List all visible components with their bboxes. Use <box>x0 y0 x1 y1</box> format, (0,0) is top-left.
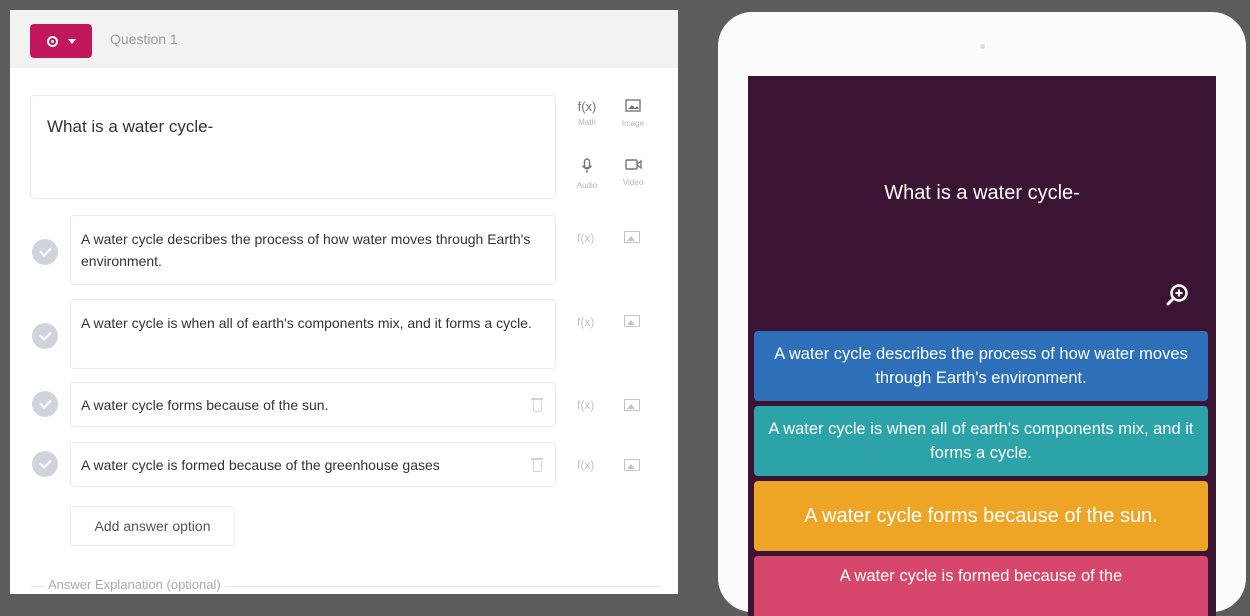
answer-text: A water cycle describes the process of h… <box>81 231 531 269</box>
correct-answer-toggle[interactable] <box>32 239 58 265</box>
tablet-preview: What is a water cycle- A water cycle des… <box>718 12 1246 616</box>
preview-option-2[interactable]: A water cycle is when all of earth's com… <box>754 406 1208 476</box>
math-tool-label: Math <box>578 118 596 127</box>
correct-answer-toggle[interactable] <box>32 391 58 417</box>
audio-tool-button[interactable]: Audio <box>567 158 607 190</box>
image-icon[interactable] <box>624 315 640 327</box>
preview-option-4[interactable]: A water cycle is formed because of the <box>754 556 1208 616</box>
correct-answer-toggle[interactable] <box>32 323 58 349</box>
question-type-dropdown[interactable] <box>30 24 92 58</box>
answer-option-2[interactable]: A water cycle is when all of earth's com… <box>70 299 556 369</box>
video-tool-label: Video <box>622 178 644 187</box>
answer-option-4[interactable]: A water cycle is formed because of the g… <box>70 442 556 487</box>
image-tool-label: Image <box>621 119 645 128</box>
answer-explanation-divider: Answer Explanation (optional) <box>30 577 660 592</box>
correct-answer-toggle[interactable] <box>32 451 58 477</box>
answer-option-3[interactable]: A water cycle forms because of the sun. <box>70 382 556 427</box>
zoom-in-icon[interactable] <box>1166 284 1188 306</box>
chevron-down-icon <box>67 38 76 44</box>
answer-text: A water cycle is formed because of the g… <box>81 457 440 473</box>
answer-explanation-label[interactable]: Answer Explanation (optional) <box>44 577 225 592</box>
video-icon <box>613 158 653 175</box>
image-icon[interactable] <box>624 399 640 411</box>
trash-icon[interactable] <box>531 398 543 412</box>
question-number: Question 1 <box>110 31 178 47</box>
microphone-icon <box>567 158 607 178</box>
image-tool-button[interactable]: Image <box>613 99 653 128</box>
preview-option-1[interactable]: A water cycle describes the process of h… <box>754 331 1208 401</box>
image-icon[interactable] <box>624 231 640 243</box>
question-type-icon <box>46 35 58 47</box>
math-icon[interactable]: f(x) <box>577 315 594 329</box>
image-icon[interactable] <box>624 459 640 471</box>
image-icon <box>613 99 653 116</box>
answer-text: A water cycle forms because of the sun. <box>81 397 329 413</box>
math-tool-button[interactable]: f(x) Math <box>567 99 607 127</box>
math-icon[interactable]: f(x) <box>577 231 594 245</box>
math-icon[interactable]: f(x) <box>577 458 594 472</box>
editor-header: Question 1 <box>10 10 678 68</box>
camera-dot <box>980 44 985 49</box>
function-icon: f(x) <box>577 99 597 114</box>
answer-option-1[interactable]: A water cycle describes the process of h… <box>70 215 556 285</box>
question-editor: Question 1 What is a water cycle- f(x) M… <box>10 10 678 594</box>
answer-text: A water cycle is when all of earth's com… <box>81 315 532 331</box>
audio-tool-label: Audio <box>576 181 598 190</box>
preview-question-text: What is a water cycle- <box>884 182 1080 204</box>
question-text: What is a water cycle- <box>47 117 214 136</box>
question-input[interactable]: What is a water cycle- <box>30 95 556 199</box>
video-tool-button[interactable]: Video <box>613 158 653 187</box>
preview-option-3[interactable]: A water cycle forms because of the sun. <box>754 481 1208 551</box>
add-answer-option-button[interactable]: Add answer option <box>70 506 235 546</box>
math-icon[interactable]: f(x) <box>577 398 594 412</box>
trash-icon[interactable] <box>531 458 543 472</box>
preview-screen: What is a water cycle- A water cycle des… <box>748 76 1216 616</box>
